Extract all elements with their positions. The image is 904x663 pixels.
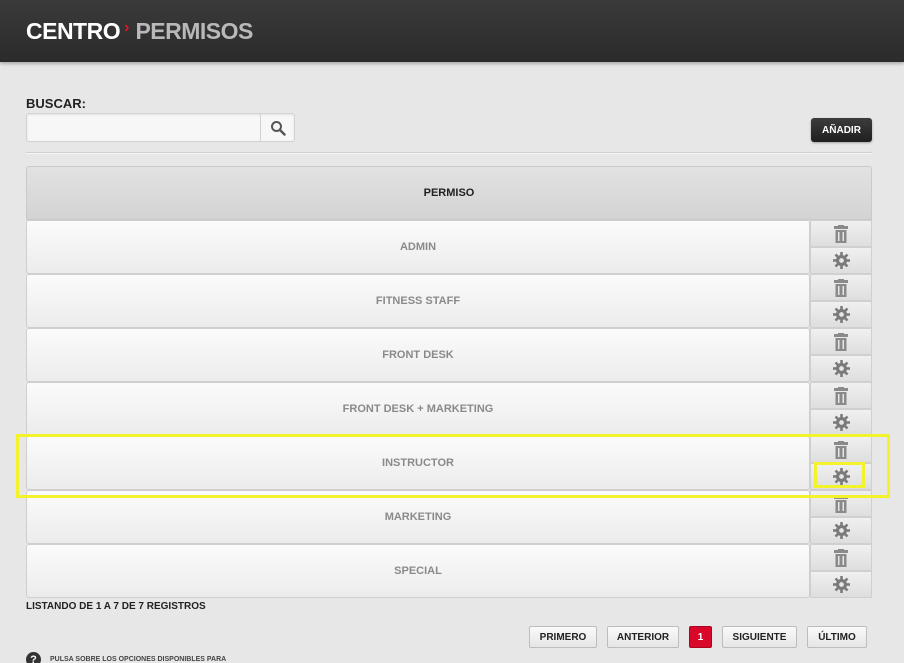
trash-icon <box>834 386 848 405</box>
settings-button[interactable] <box>810 409 872 436</box>
page-title: PERMISOS <box>135 17 253 44</box>
delete-button[interactable] <box>810 328 872 355</box>
settings-button[interactable] <box>810 463 872 490</box>
table-row: FRONT DESK + MARKETING <box>26 382 872 436</box>
gear-icon <box>832 522 850 539</box>
row-actions <box>810 490 872 544</box>
search-button[interactable] <box>260 114 294 141</box>
settings-button[interactable] <box>810 247 872 274</box>
gear-icon <box>832 414 850 431</box>
row-name[interactable]: SPECIAL <box>26 544 810 598</box>
settings-button[interactable] <box>810 301 872 328</box>
delete-button[interactable] <box>810 274 872 301</box>
delete-button[interactable] <box>810 382 872 409</box>
trash-icon <box>834 278 848 297</box>
gear-icon <box>832 252 850 269</box>
row-name[interactable]: ADMIN <box>26 220 810 274</box>
table-row: SPECIAL <box>26 544 872 598</box>
row-actions <box>810 274 872 328</box>
table-row: FITNESS STAFF <box>26 274 872 328</box>
trash-icon <box>834 224 848 243</box>
breadcrumb-separator-icon: › <box>124 19 130 36</box>
listing-summary: LISTANDO DE 1 A 7 DE 7 REGISTROS <box>26 601 206 612</box>
search-label: BUSCAR: <box>26 96 86 111</box>
row-name[interactable]: FRONT DESK + MARKETING <box>26 382 810 436</box>
divider <box>26 152 872 154</box>
table-row: ADMIN <box>26 220 872 274</box>
search-input[interactable] <box>27 114 260 141</box>
pagination-prev-button[interactable]: ANTERIOR <box>607 626 679 648</box>
gear-icon <box>832 468 850 485</box>
search-box <box>26 113 295 142</box>
row-actions <box>810 436 872 490</box>
row-name[interactable]: MARKETING <box>26 490 810 544</box>
help-text: PULSA SOBRE LOS OPCIONES DISPONIBLES PAR… <box>50 656 227 663</box>
table-row: INSTRUCTOR <box>26 436 872 490</box>
pagination-first-button[interactable]: PRIMERO <box>529 626 597 648</box>
breadcrumb-centro[interactable]: CENTRO <box>26 18 121 45</box>
row-actions <box>810 328 872 382</box>
gear-icon <box>832 576 850 593</box>
trash-icon <box>834 548 848 567</box>
help-note: ? PULSA SOBRE LOS OPCIONES DISPONIBLES P… <box>26 652 226 663</box>
delete-button[interactable] <box>810 436 872 463</box>
pagination-last-button[interactable]: ÚLTIMO <box>807 626 867 648</box>
question-icon: ? <box>26 652 41 663</box>
gear-icon <box>832 306 850 323</box>
column-header-permiso: PERMISO <box>26 166 872 220</box>
row-actions <box>810 544 872 598</box>
trash-icon <box>834 440 848 459</box>
table-row: FRONT DESK <box>26 328 872 382</box>
gear-icon <box>832 360 850 377</box>
delete-button[interactable] <box>810 490 872 517</box>
add-button[interactable]: AÑADIR <box>811 118 872 142</box>
delete-button[interactable] <box>810 220 872 247</box>
row-actions <box>810 382 872 436</box>
pagination-current-page[interactable]: 1 <box>689 626 712 648</box>
row-name[interactable]: INSTRUCTOR <box>26 436 810 490</box>
trash-icon <box>834 332 848 351</box>
delete-button[interactable] <box>810 544 872 571</box>
settings-button[interactable] <box>810 355 872 382</box>
search-icon <box>270 120 286 136</box>
top-header: CENTRO › PERMISOS <box>0 0 904 62</box>
pagination-next-button[interactable]: SIGUIENTE <box>722 626 797 648</box>
row-name[interactable]: FITNESS STAFF <box>26 274 810 328</box>
table-row: MARKETING <box>26 490 872 544</box>
trash-icon <box>834 494 848 513</box>
row-name[interactable]: FRONT DESK <box>26 328 810 382</box>
settings-button[interactable] <box>810 571 872 598</box>
settings-button[interactable] <box>810 517 872 544</box>
row-actions <box>810 220 872 274</box>
